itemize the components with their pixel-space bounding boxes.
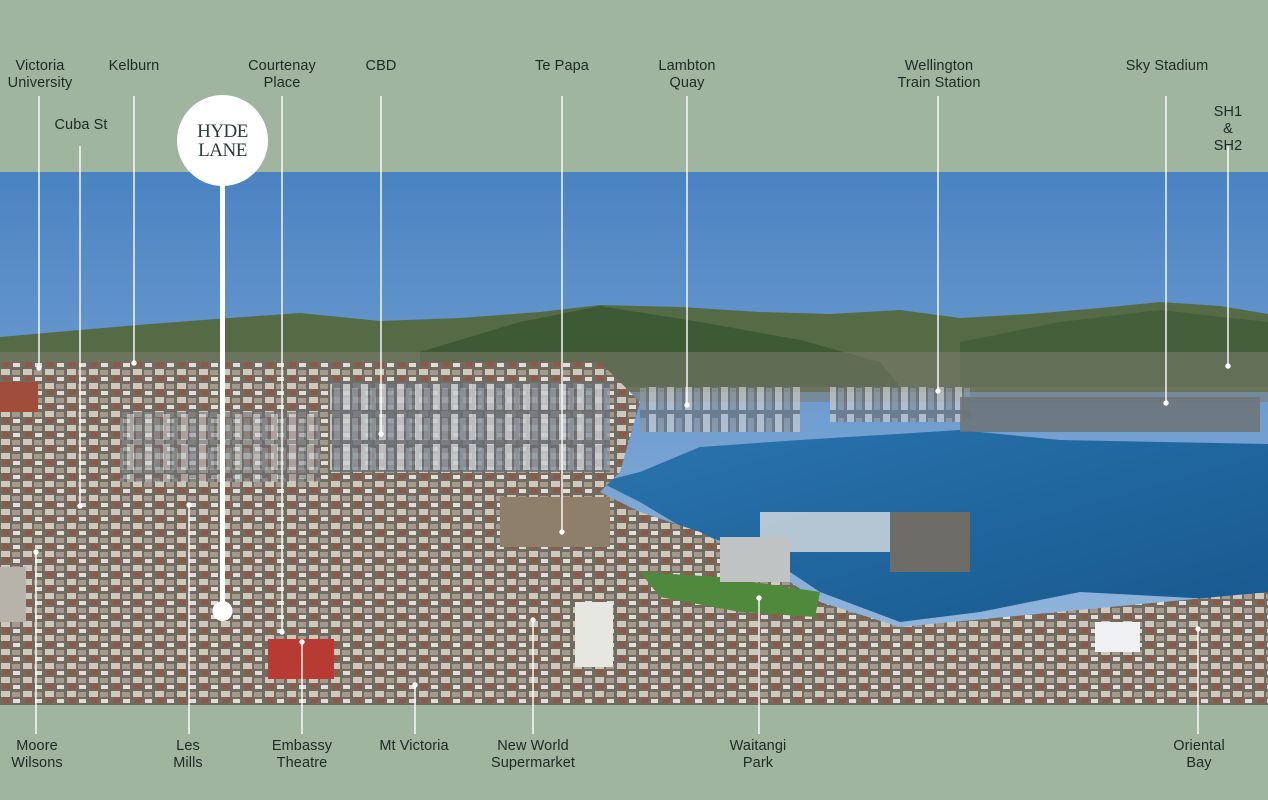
dot-kelburn [131, 360, 137, 366]
dot-te-papa [559, 529, 565, 535]
label-victoria-university: Victoria University [7, 58, 73, 91]
dot-waitangi-park [756, 595, 762, 601]
dot-cuba-st [77, 503, 83, 509]
dot-oriental-bay [1195, 626, 1201, 632]
dot-moore-wilsons [33, 549, 39, 555]
label-les-mills: Les Mills [173, 738, 203, 771]
label-new-world-supermarket: New World Supermarket [490, 738, 576, 771]
dot-sh1-sh2 [1225, 363, 1231, 369]
label-lambton-quay: Lambton Quay [658, 58, 716, 91]
dot-wellington-train-station [935, 388, 941, 394]
label-kelburn: Kelburn [108, 58, 160, 74]
logo-line-1: HYDE [197, 120, 248, 142]
label-sky-stadium: Sky Stadium [1125, 58, 1209, 74]
dot-les-mills [186, 502, 192, 508]
logo-line-2: LANE [198, 139, 247, 161]
label-mt-victoria: Mt Victoria [379, 738, 449, 754]
label-wellington-train-station: Wellington Train Station [897, 58, 981, 91]
hyde-lane-marker-dot [212, 601, 233, 621]
dot-victoria-university [36, 365, 42, 371]
label-embassy-theatre: Embassy Theatre [271, 738, 333, 771]
hyde-lane-logo[interactable]: HYDE LANE [177, 95, 268, 186]
label-te-papa: Te Papa [535, 58, 589, 74]
label-cuba-st: Cuba St [54, 117, 108, 133]
label-sh1-sh2: SH1 & SH2 [1213, 104, 1243, 154]
label-moore-wilsons: Moore Wilsons [11, 738, 63, 771]
dot-cbd [378, 431, 384, 437]
label-oriental-bay: Oriental Bay [1173, 738, 1225, 771]
label-cbd: CBD [365, 58, 397, 74]
dot-mt-victoria [412, 682, 418, 688]
dot-new-world-supermarket [530, 617, 536, 623]
map-stage: HYDE LANE Victoria University Kelburn Cu… [0, 0, 1268, 800]
label-waitangi-park: Waitangi Park [729, 738, 787, 771]
dot-lambton-quay [684, 402, 690, 408]
dot-courtenay-place [279, 629, 285, 635]
label-courtenay-place: Courtenay Place [248, 58, 316, 91]
dot-embassy-theatre [299, 639, 305, 645]
dot-sky-stadium [1163, 400, 1169, 406]
